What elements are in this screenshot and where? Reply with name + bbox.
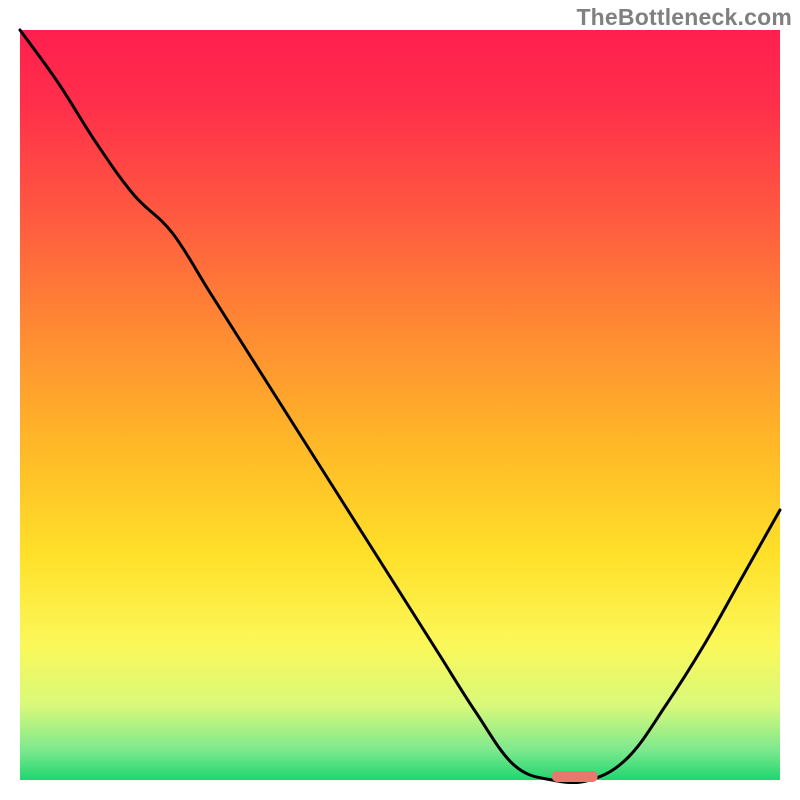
chart-stage: TheBottleneck.com: [0, 0, 800, 800]
chart-background: [20, 30, 780, 780]
bottleneck-chart: [0, 0, 800, 800]
watermark-text: TheBottleneck.com: [576, 4, 792, 31]
baseline-marker: [552, 771, 598, 782]
